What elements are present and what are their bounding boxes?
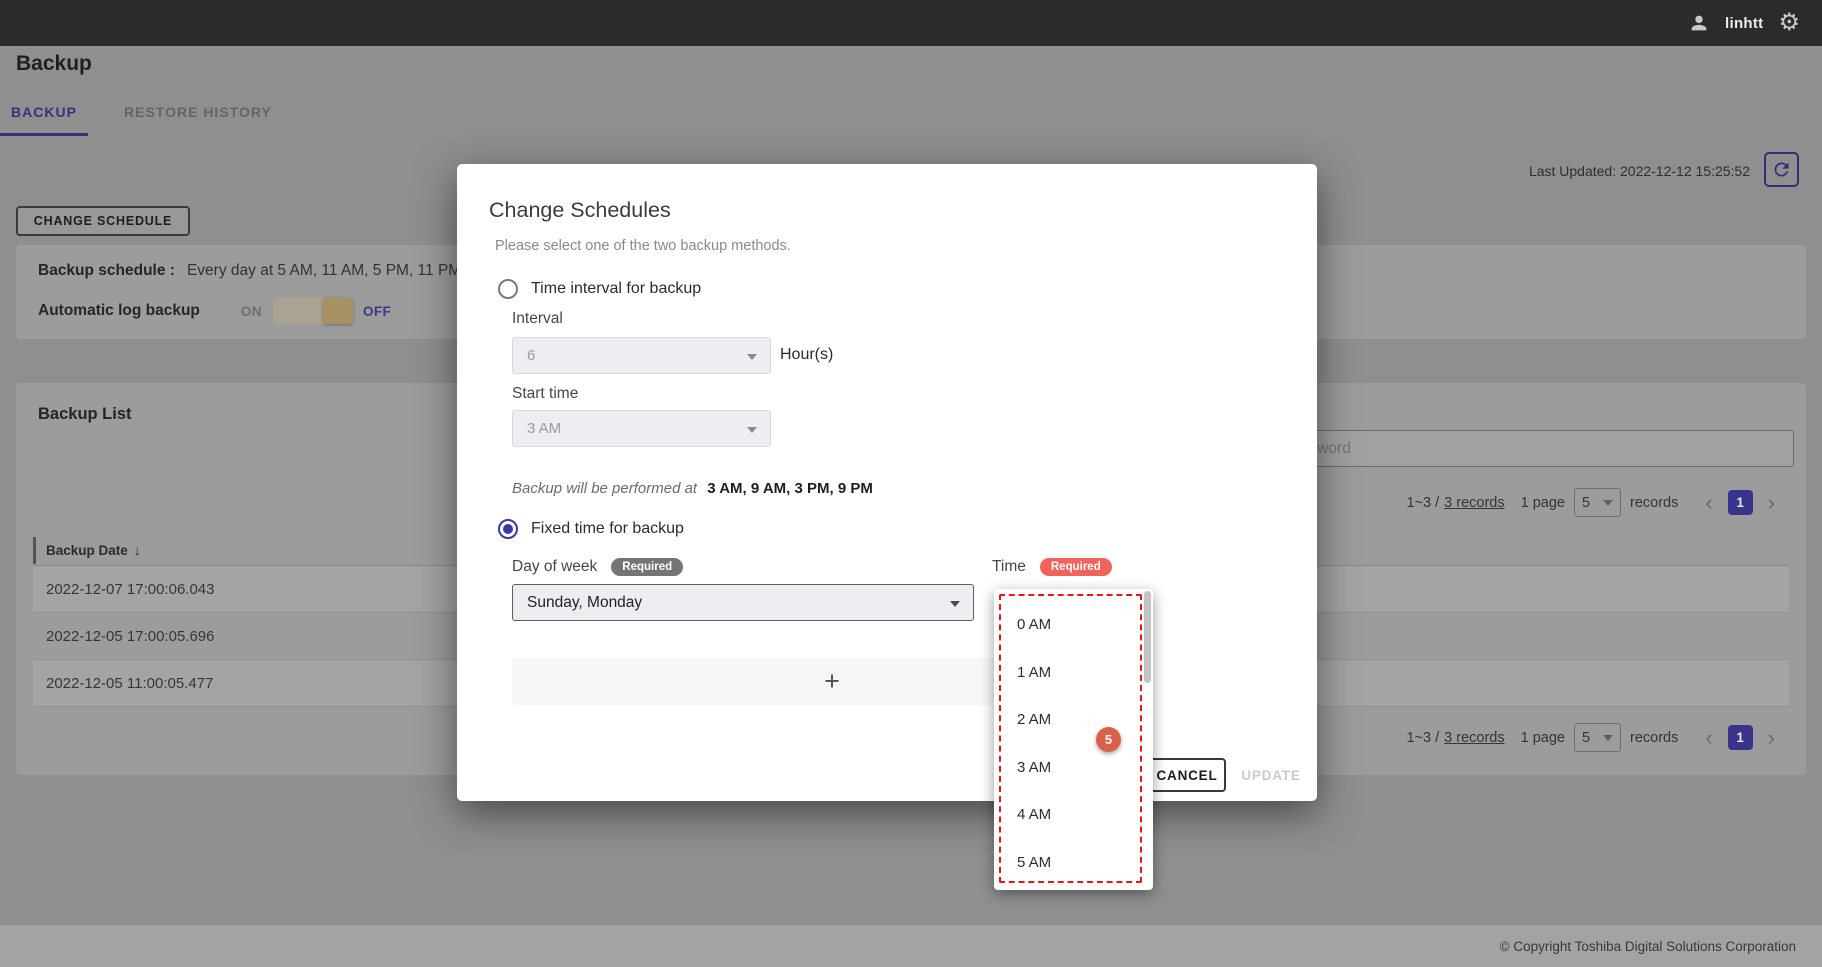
option-fixed-time[interactable]: Fixed time for backup [498,519,684,539]
auto-log-backup-toggle[interactable] [273,298,353,324]
backup-schedule-row: Backup schedule : Every day at 5 AM, 11 … [38,257,461,285]
page-count-label: 1 page [1521,495,1565,511]
settings-gear-icon[interactable]: ⚙ [1778,11,1800,35]
user-avatar-icon [1688,12,1710,34]
cancel-button[interactable]: CANCEL [1148,758,1226,792]
auto-log-backup-label: Automatic log backup [38,302,200,320]
pagination-bottom: 1~3 / 3 records 1 page 5 records ‹ 1 › [1407,723,1778,752]
pagination-range: 1~3 / [1407,730,1440,746]
backup-schedule-value: Every day at 5 AM, 11 AM, 5 PM, 11 PM [187,262,461,280]
day-of-week-label: Day of week [512,558,597,576]
start-time-select[interactable]: 3 AM [512,410,771,447]
records-label: records [1630,495,1678,511]
radio-unchecked-icon[interactable] [498,279,518,299]
page-size-value: 5 [1582,495,1590,511]
column-accent-bar [33,537,36,564]
time-label: Time [992,558,1026,576]
toggle-thumb [323,298,353,324]
day-of-week-label-row: Day of week Required [512,558,683,576]
required-badge: Required [611,558,683,576]
tab-backup[interactable]: BACKUP [0,104,88,120]
change-schedules-modal: Change Schedules Please select one of th… [457,164,1317,801]
interval-select[interactable]: 6 [512,337,771,374]
start-time-value: 3 AM [527,420,561,437]
username: linhtt [1725,15,1763,32]
backup-list-title: Backup List [38,405,132,424]
time-option[interactable]: 4 AM [1001,791,1140,839]
plus-icon: + [824,666,840,697]
sort-descending-icon: ↓ [134,542,141,558]
current-page-button[interactable]: 1 [1728,490,1753,515]
dropdown-caret-icon [747,354,757,360]
auto-log-backup-row: Automatic log backup ON OFF [38,297,391,325]
top-bar: linhtt ⚙ [0,0,1822,46]
toggle-off-label: OFF [363,304,391,319]
records-label: records [1630,730,1678,746]
current-page-button[interactable]: 1 [1728,725,1753,750]
column-header-label: Backup Date [46,543,128,558]
option-label: Fixed time for backup [531,520,684,538]
page-size-select[interactable]: 5 [1574,723,1621,752]
backup-schedule-label: Backup schedule : [38,262,175,280]
day-of-week-value: Sunday, Monday [527,594,642,612]
time-dropdown-panel: 0 AM 1 AM 2 AM 3 AM 4 AM 5 AM [994,589,1153,890]
modal-subtitle: Please select one of the two backup meth… [495,238,791,254]
dropdown-caret-icon [1603,500,1613,506]
backup-page: linhtt ⚙ Backup BACKUP RESTORE HISTORY L… [0,0,1822,967]
last-updated-label: Last Updated: 2022-12-12 15:25:52 [1529,163,1750,179]
page-size-select[interactable]: 5 [1574,488,1621,517]
dropdown-caret-icon [950,601,960,607]
required-badge-error: Required [1040,558,1112,576]
time-option[interactable]: 0 AM [1001,601,1140,649]
records-count-link[interactable]: 3 records [1444,730,1504,746]
pagination-top: 1~3 / 3 records 1 page 5 records ‹ 1 › [1407,488,1778,517]
next-page-chevron-icon[interactable]: › [1765,492,1778,514]
active-tab-indicator [0,133,88,136]
dropdown-caret-icon [1603,735,1613,741]
time-label-row: Time Required [992,558,1112,576]
tab-restore-history[interactable]: RESTORE HISTORY [124,104,272,120]
page-size-value: 5 [1582,730,1590,746]
time-option[interactable]: 5 AM [1001,839,1140,884]
dropdown-caret-icon [747,427,757,433]
selected-count-badge: 5 [1096,727,1121,752]
records-count-link[interactable]: 3 records [1444,495,1504,511]
time-option[interactable]: 1 AM [1001,649,1140,697]
change-schedule-button[interactable]: CHANGE SCHEDULE [16,206,190,236]
option-label: Time interval for backup [531,280,701,298]
next-page-chevron-icon[interactable]: › [1765,727,1778,749]
interval-value: 6 [527,347,535,364]
refresh-button[interactable] [1764,152,1799,187]
note-times: 3 AM, 9 AM, 3 PM, 9 PM [707,480,873,497]
performed-at-note: Backup will be performed at 3 AM, 9 AM, … [512,480,873,497]
prev-page-chevron-icon[interactable]: ‹ [1702,727,1715,749]
start-time-label: Start time [512,385,578,403]
option-time-interval[interactable]: Time interval for backup [498,279,701,299]
update-button-disabled[interactable]: UPDATE [1236,758,1306,792]
day-of-week-select[interactable]: Sunday, Monday [512,584,974,621]
scrollbar-thumb[interactable] [1144,591,1151,683]
pagination-range: 1~3 / [1407,495,1440,511]
refresh-icon [1771,159,1792,180]
toggle-on-label: ON [241,304,262,319]
note-prefix: Backup will be performed at [512,480,697,497]
radio-checked-icon[interactable] [498,519,518,539]
interval-label: Interval [512,310,563,328]
hours-unit-label: Hour(s) [780,346,833,364]
copyright-text: © Copyright Toshiba Digital Solutions Co… [1500,939,1796,954]
page-count-label: 1 page [1521,730,1565,746]
modal-title: Change Schedules [489,198,671,223]
time-option[interactable]: 3 AM [1001,744,1140,792]
page-title: Backup [16,52,92,76]
prev-page-chevron-icon[interactable]: ‹ [1702,492,1715,514]
footer: © Copyright Toshiba Digital Solutions Co… [0,925,1822,967]
